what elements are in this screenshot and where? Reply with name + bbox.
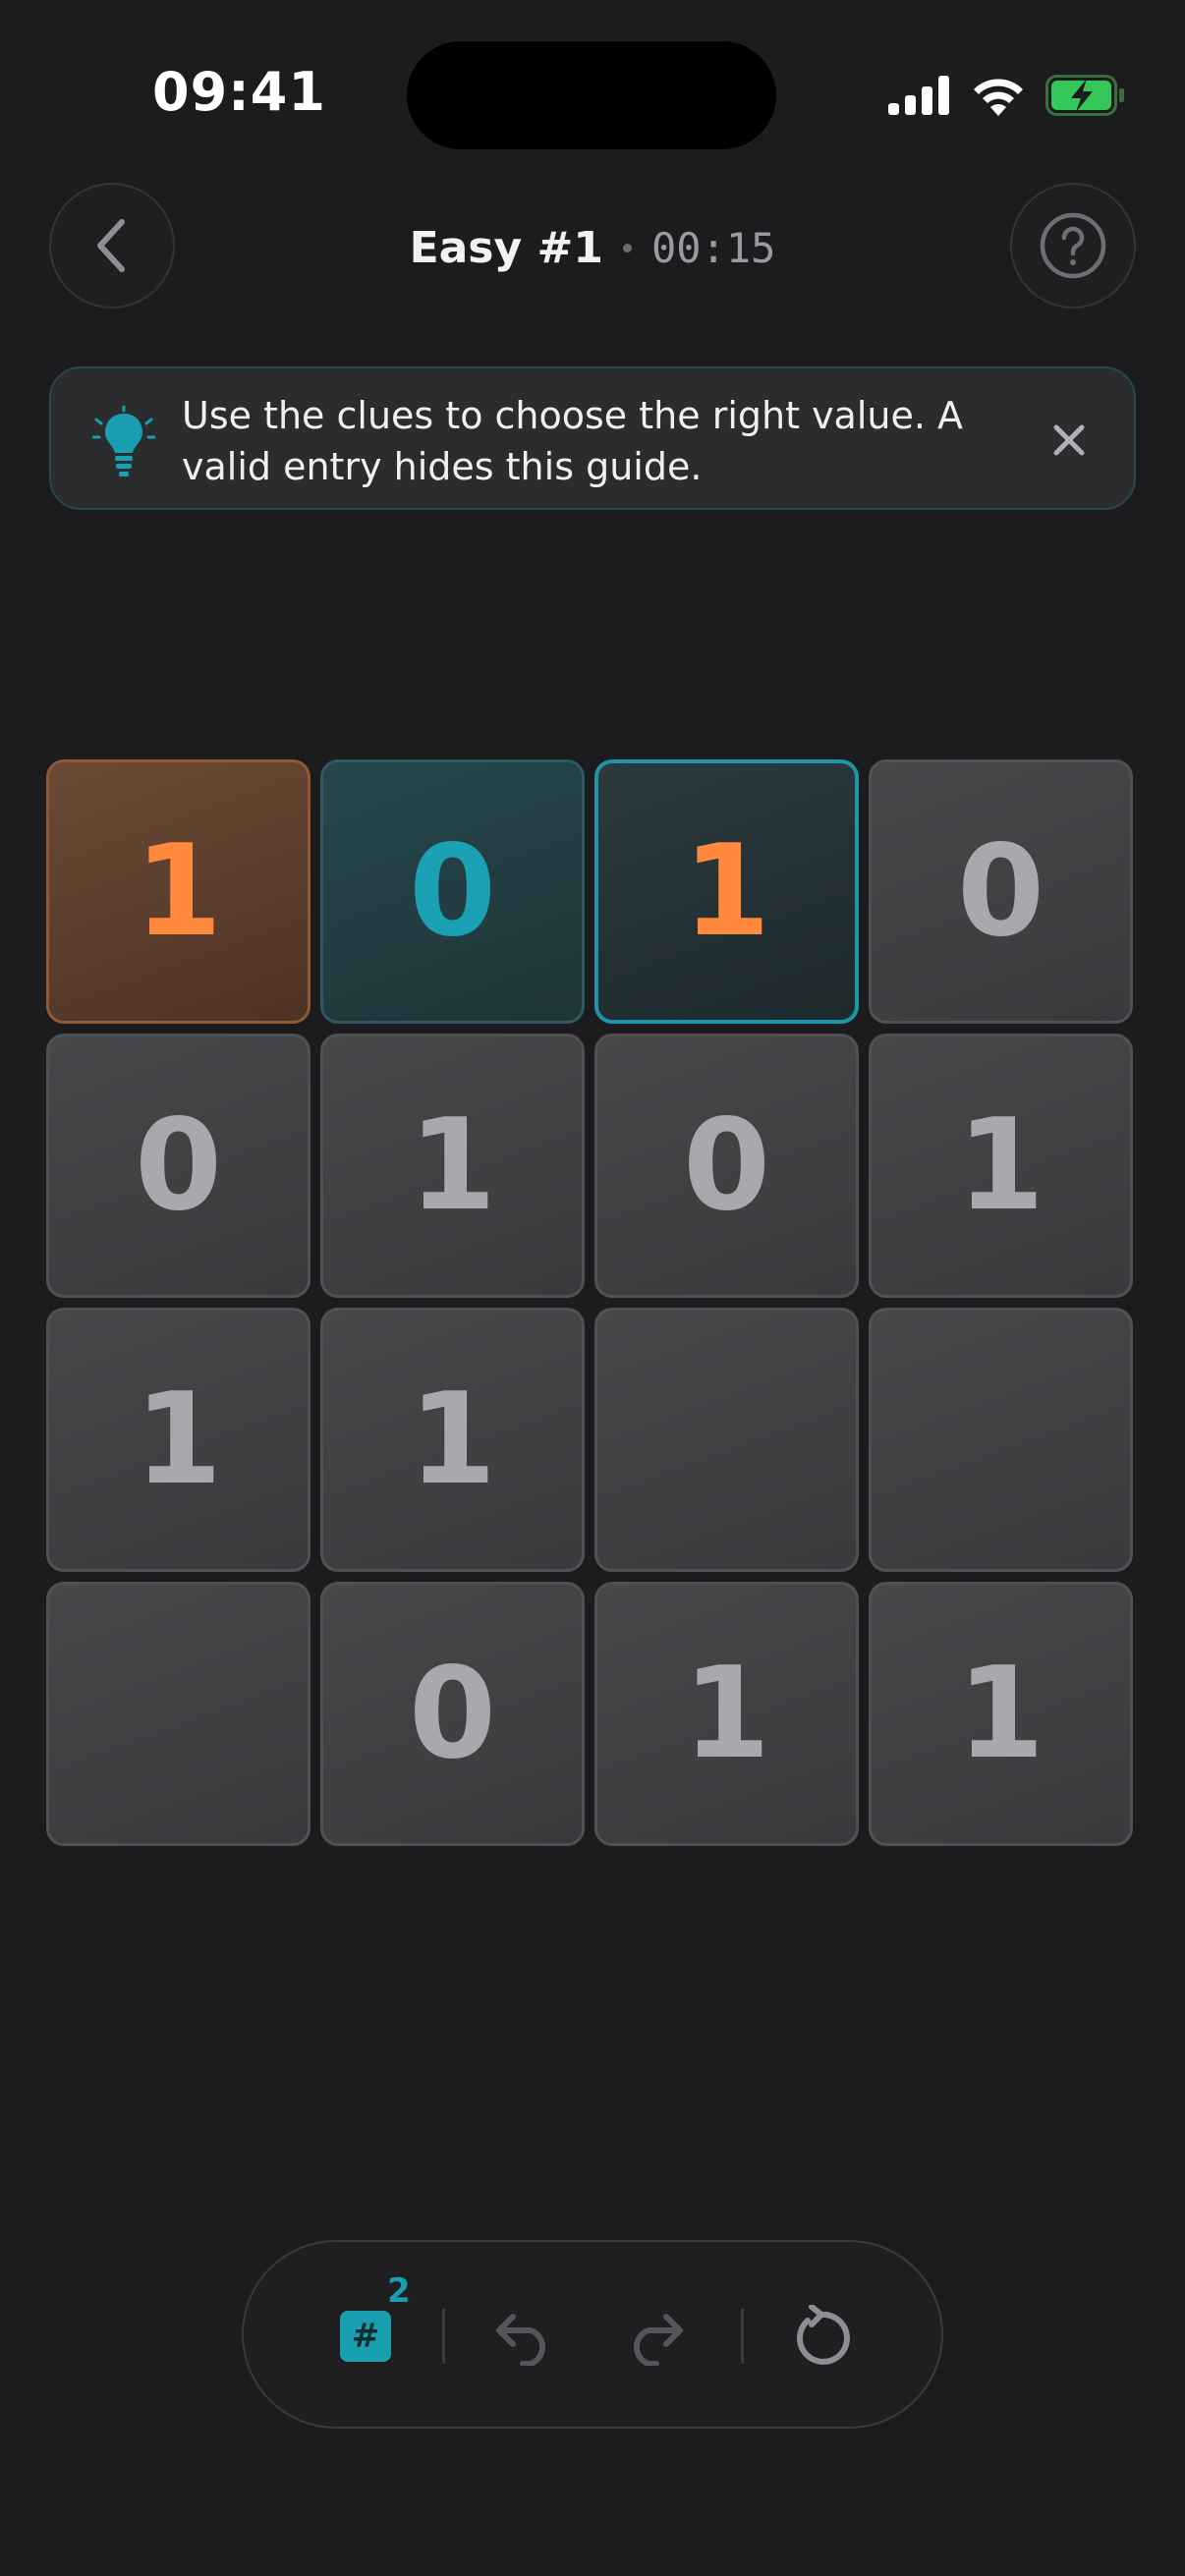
dynamic-island [407,41,776,149]
grid-cell-r2-c4[interactable]: 1 [869,1034,1133,1298]
screen: 09:41 Easy #1 00:15 Use the clues to cho… [0,0,1185,2576]
bottom-toolbar: # 2 [242,2240,943,2429]
grid-cell-r4-c4[interactable]: 1 [869,1582,1133,1846]
wifi-icon [974,79,1023,116]
puzzle-title: Easy #1 [409,222,603,273]
tip-text: Use the clues to choose the right value.… [182,394,964,488]
hint-icon: # [340,2311,391,2362]
restart-icon [796,2305,850,2365]
battery-charging-icon [1045,75,1124,116]
grid-cell-r3-c2[interactable]: 1 [320,1308,585,1572]
undo-button[interactable] [489,2301,560,2372]
grid-cell-r2-c3[interactable]: 0 [594,1034,859,1298]
redo-button[interactable] [619,2301,690,2372]
redo-icon [633,2314,683,2366]
tip-close-button[interactable] [1042,413,1097,468]
toolbar-divider [442,2309,445,2364]
status-time: 09:41 [152,61,326,123]
grid-cell-r1-c1[interactable]: 1 [46,759,310,1024]
toolbar-divider [741,2309,744,2364]
grid-cell-r1-c4[interactable]: 0 [869,759,1133,1024]
hint-button[interactable]: # [330,2301,401,2372]
cellular-signal-icon [888,76,949,115]
grid-cell-r3-c1[interactable]: 1 [46,1308,310,1572]
status-icons [888,69,1126,122]
timer: 00:15 [650,223,776,272]
question-mark-icon [1040,212,1106,279]
help-button[interactable] [1010,183,1136,308]
undo-icon [496,2314,546,2366]
hint-count-badge: 2 [387,2271,411,2311]
grid-cell-r1-c3[interactable]: 1 [594,759,859,1024]
grid-cell-r3-c4[interactable] [869,1308,1133,1572]
lightbulb-icon [92,406,155,476]
grid-cell-r4-c2[interactable]: 0 [320,1582,585,1846]
header-title: Easy #1 00:15 [0,216,1185,279]
reset-button[interactable] [786,2301,857,2372]
close-icon [1053,424,1085,456]
title-separator-dot [622,243,632,252]
grid-cell-r2-c2[interactable]: 1 [320,1034,585,1298]
grid-cell-r4-c3[interactable]: 1 [594,1582,859,1846]
puzzle-grid: 1010010111011 [46,759,1139,1852]
grid-cell-r4-c1[interactable] [46,1582,310,1846]
tip-banner: Use the clues to choose the right value.… [49,366,1136,510]
grid-cell-r1-c2[interactable]: 0 [320,759,585,1024]
grid-cell-r2-c1[interactable]: 0 [46,1034,310,1298]
grid-cell-r3-c3[interactable] [594,1308,859,1572]
